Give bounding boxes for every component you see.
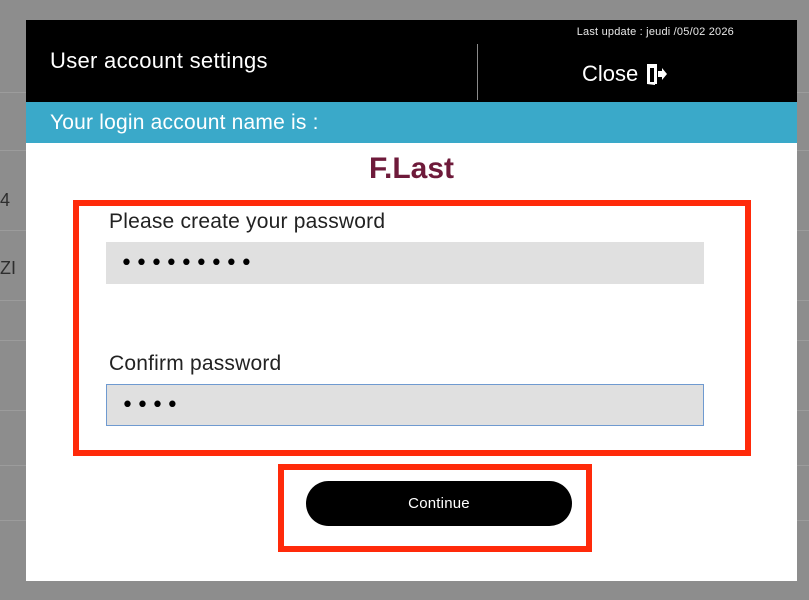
close-button[interactable]: Close	[582, 60, 668, 88]
header-divider	[477, 44, 478, 100]
continue-button[interactable]: Continue	[306, 481, 572, 526]
last-update-text: Last update : jeudi /05/02 2026	[576, 26, 734, 38]
door-exit-icon	[644, 62, 668, 86]
account-settings-dialog: User account settings Last update : jeud…	[26, 20, 797, 581]
account-username: F.Last	[368, 152, 455, 185]
dialog-header: User account settings Last update : jeud…	[26, 20, 797, 102]
account-name-prompt: Your login account name is :	[50, 111, 319, 134]
account-name-bar: Your login account name is :	[26, 102, 797, 143]
background-text-fragment: ZI	[0, 258, 16, 278]
password-label: Please create your password	[109, 210, 386, 233]
confirm-password-input[interactable]	[106, 384, 704, 426]
password-input[interactable]	[106, 242, 704, 284]
confirm-password-label: Confirm password	[109, 352, 282, 375]
close-label: Close	[582, 61, 639, 86]
background-text-fragment: 4	[0, 190, 11, 210]
dialog-title: User account settings	[50, 48, 268, 73]
